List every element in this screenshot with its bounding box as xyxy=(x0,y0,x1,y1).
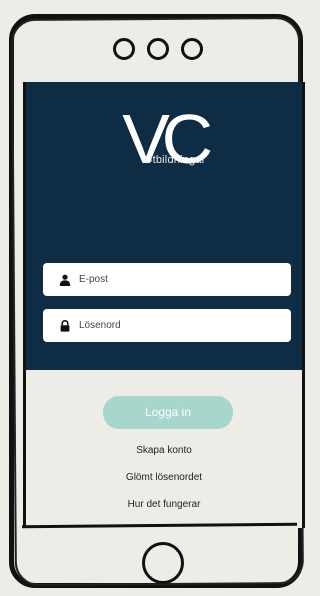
phone-top-dots xyxy=(0,38,315,60)
user-icon xyxy=(59,274,71,286)
lock-icon xyxy=(60,319,70,332)
dot-icon xyxy=(112,38,135,60)
dot-icon xyxy=(146,38,169,60)
phone-screen: VC Utbildningar Logga in Skapa konto Glö xyxy=(23,82,305,528)
logo-subtitle: Utbildningar xyxy=(144,154,206,166)
password-input[interactable] xyxy=(79,320,279,331)
home-button-icon xyxy=(142,542,184,584)
password-field[interactable] xyxy=(43,309,291,342)
create-account-link[interactable]: Skapa konto xyxy=(26,445,302,456)
forgot-password-link[interactable]: Glömt lösenordet xyxy=(26,472,302,483)
phone-mockup: VC Utbildningar Logga in Skapa konto Glö xyxy=(0,0,315,596)
dot-icon xyxy=(180,38,203,60)
email-input[interactable] xyxy=(79,274,279,285)
how-it-works-link[interactable]: Hur det fungerar xyxy=(26,499,302,510)
email-field[interactable] xyxy=(43,263,291,296)
login-button[interactable]: Logga in xyxy=(103,396,233,429)
login-hero: VC Utbildningar xyxy=(26,82,302,370)
